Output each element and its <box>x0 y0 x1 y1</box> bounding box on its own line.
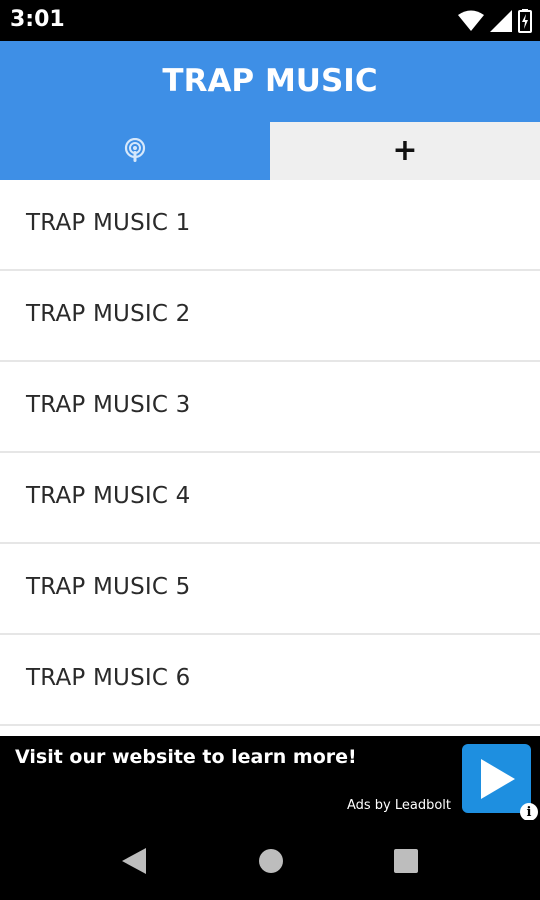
battery-icon <box>518 9 532 33</box>
status-icons <box>458 8 532 34</box>
app-title: TRAP MUSIC <box>162 63 378 99</box>
list-item-partial[interactable] <box>0 726 540 736</box>
ad-play-button[interactable] <box>462 744 531 813</box>
ad-provider: Ads by Leadbolt <box>346 798 451 813</box>
status-time: 3:01 <box>10 7 65 32</box>
home-icon[interactable] <box>257 846 285 876</box>
signal-icon <box>490 10 512 32</box>
ad-headline: Visit our website to learn more! <box>15 746 357 768</box>
recents-icon[interactable] <box>392 846 420 876</box>
list-item-label: TRAP MUSIC 1 <box>26 210 191 236</box>
tab-podcasts[interactable] <box>0 122 270 180</box>
play-icon <box>480 758 515 799</box>
app-bar: TRAP MUSIC <box>0 41 540 122</box>
podcast-icon <box>123 138 147 164</box>
list-item-label: TRAP MUSIC 2 <box>26 301 191 327</box>
ad-info-icon[interactable]: i <box>520 803 538 821</box>
plus-icon: + <box>392 133 418 168</box>
list-item[interactable]: TRAP MUSIC 4 <box>0 453 540 544</box>
status-bar: 3:01 <box>0 0 540 41</box>
list-item-label: TRAP MUSIC 6 <box>26 665 191 691</box>
wifi-icon <box>458 10 484 31</box>
back-icon[interactable] <box>120 846 148 876</box>
list-item[interactable]: TRAP MUSIC 3 <box>0 362 540 453</box>
list-item[interactable]: TRAP MUSIC 6 <box>0 635 540 726</box>
list-item[interactable]: TRAP MUSIC 1 <box>0 180 540 271</box>
tab-add[interactable]: + <box>270 122 540 180</box>
navigation-bar <box>0 820 540 900</box>
list-item-label: TRAP MUSIC 4 <box>26 483 191 509</box>
ad-banner[interactable]: Visit our website to learn more! Ads by … <box>0 736 540 821</box>
list-item-label: TRAP MUSIC 5 <box>26 574 191 600</box>
radio-list: TRAP MUSIC 1 TRAP MUSIC 2 TRAP MUSIC 3 T… <box>0 180 540 736</box>
tab-bar: + <box>0 122 540 180</box>
list-item[interactable]: TRAP MUSIC 5 <box>0 544 540 635</box>
list-item-label: TRAP MUSIC 3 <box>26 392 191 418</box>
list-item[interactable]: TRAP MUSIC 2 <box>0 271 540 362</box>
